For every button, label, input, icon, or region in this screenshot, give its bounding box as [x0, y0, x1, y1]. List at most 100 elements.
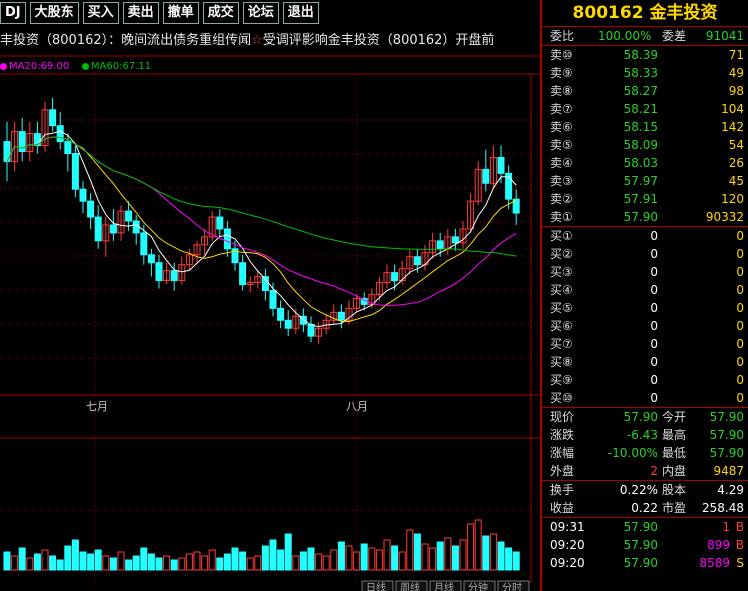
sell-order-row: 卖② 57.91 120: [542, 190, 748, 208]
volume-bar: [3, 551, 11, 571]
volume-bar: [163, 555, 171, 571]
trade-side: B: [735, 538, 744, 552]
order-label: 买③: [550, 265, 573, 279]
volume-bar: [170, 559, 178, 571]
trade-row: 09:20 57.90 899 B: [542, 536, 748, 554]
sell-order-row: 卖⑧ 58.27 98: [542, 82, 748, 100]
volume-bar: [368, 547, 376, 571]
volume-bar: [489, 533, 497, 571]
trade-side: S: [736, 556, 744, 570]
order-volume: 0: [736, 355, 744, 369]
trade-volume: 1: [722, 520, 730, 534]
volume-bar: [223, 553, 231, 571]
order-label: 买⑩: [550, 391, 573, 405]
volume-bar: [345, 545, 353, 571]
sell-order-row: 卖③ 57.97 45: [542, 172, 748, 190]
volume-bar: [505, 547, 513, 571]
buy-order-row: 买⑦ 0 0: [542, 335, 748, 353]
trade-volume: 899: [707, 538, 730, 552]
quote-value: 4.29: [717, 483, 744, 497]
candle-body: [140, 232, 148, 256]
ma10-line: [6, 136, 517, 322]
candle-body: [155, 262, 163, 282]
kline-chart[interactable]: 七月 八月日线 周线 月线 分钟 分时: [0, 0, 540, 591]
bottom-tab-label[interactable]: 分时: [502, 582, 522, 591]
trade-volume: 8589: [699, 556, 730, 570]
candle-body: [239, 262, 247, 286]
buy-order-row: 买③ 0 0: [542, 263, 748, 281]
order-label: 买①: [550, 229, 573, 243]
sell-order-book: 卖⑩ 58.39 71 卖⑨ 58.33 49 卖⑧ 58.27 98 卖⑦ 58.21 104 卖⑥ 5…: [542, 46, 748, 226]
order-label: 卖⑥: [550, 120, 573, 134]
volume-bar: [299, 551, 307, 571]
order-label: 买⑧: [550, 355, 573, 369]
order-label: 卖②: [550, 192, 573, 206]
volume-bar: [79, 551, 87, 571]
order-price: 57.90: [623, 210, 658, 224]
volume-bar: [398, 551, 406, 571]
buy-order-row: 买④ 0 0: [542, 281, 748, 299]
order-label: 卖⑧: [550, 84, 573, 98]
candle-body: [451, 236, 459, 244]
trade-price: 57.90: [623, 520, 658, 534]
quote-value: -6.43: [626, 428, 658, 442]
order-volume: 54: [728, 138, 744, 152]
quote-row: 换手 0.22% 股本 4.29: [542, 481, 748, 499]
quote-value: 57.90: [709, 428, 744, 442]
order-volume: 26: [728, 156, 744, 170]
volume-bar: [18, 547, 26, 571]
candle-body: [223, 228, 231, 250]
order-volume: 45: [728, 174, 744, 188]
volume-bar: [26, 557, 34, 571]
volume-bar: [216, 557, 224, 571]
month-label: 七月: [86, 400, 108, 413]
candle-body: [64, 141, 72, 154]
volume-bar: [155, 557, 163, 571]
bottom-tab-label[interactable]: 分钟: [468, 581, 488, 591]
order-price: 58.27: [623, 84, 658, 98]
volume-bar: [421, 543, 429, 571]
candle-body: [109, 224, 117, 234]
quote-row: 现价 57.90 今开 57.90: [542, 408, 748, 426]
order-price: 0: [650, 373, 658, 387]
bottom-tab-label[interactable]: 周线: [400, 581, 420, 591]
buy-order-row: 买⑤ 0 0: [542, 299, 748, 317]
volume-bar: [109, 557, 117, 571]
quote-label: 涨幅: [550, 446, 575, 460]
order-label: 卖⑩: [550, 48, 573, 62]
stock-code: 800162: [572, 3, 644, 23]
bottom-tab-label[interactable]: 月线: [434, 581, 454, 591]
order-volume: 0: [736, 247, 744, 261]
ma5-line: [6, 130, 517, 328]
order-price: 58.39: [623, 48, 658, 62]
order-volume: 0: [736, 391, 744, 405]
volume-bar: [41, 549, 49, 571]
volume-bar: [292, 555, 300, 571]
sell-order-row: 卖⑤ 58.09 54: [542, 136, 748, 154]
candle-body: [337, 311, 345, 321]
candle-body: [413, 256, 421, 266]
order-volume: 0: [736, 319, 744, 333]
volume-bar: [375, 549, 383, 571]
order-price: 58.03: [623, 156, 658, 170]
volume-bar: [56, 559, 64, 571]
volume-bar: [147, 553, 155, 571]
candle-body: [94, 216, 102, 242]
volume-bar: [307, 547, 315, 571]
buy-order-row: 买⑩ 0 0: [542, 389, 748, 407]
chart-panel[interactable]: DJ 大股东 买入 卖出 撤单 成交 论坛 退出 丰投资（800162）：晚间流…: [0, 0, 540, 591]
order-price: 0: [650, 229, 658, 243]
order-label: 买⑤: [550, 301, 573, 315]
volume-bar: [254, 555, 262, 571]
buy-order-row: 买① 0 0: [542, 227, 748, 245]
order-price: 0: [650, 319, 658, 333]
buy-order-row: 买⑧ 0 0: [542, 353, 748, 371]
quote-row: 收益 0.22 市盈 258.48: [542, 499, 748, 517]
volume-bar: [277, 549, 285, 571]
order-volume: 0: [736, 283, 744, 297]
volume-bar: [231, 547, 239, 571]
volume-bar: [269, 539, 277, 571]
bottom-tab-label[interactable]: 日线: [366, 581, 386, 591]
order-price: 58.21: [623, 102, 658, 116]
quote-label: 收益: [550, 501, 575, 515]
